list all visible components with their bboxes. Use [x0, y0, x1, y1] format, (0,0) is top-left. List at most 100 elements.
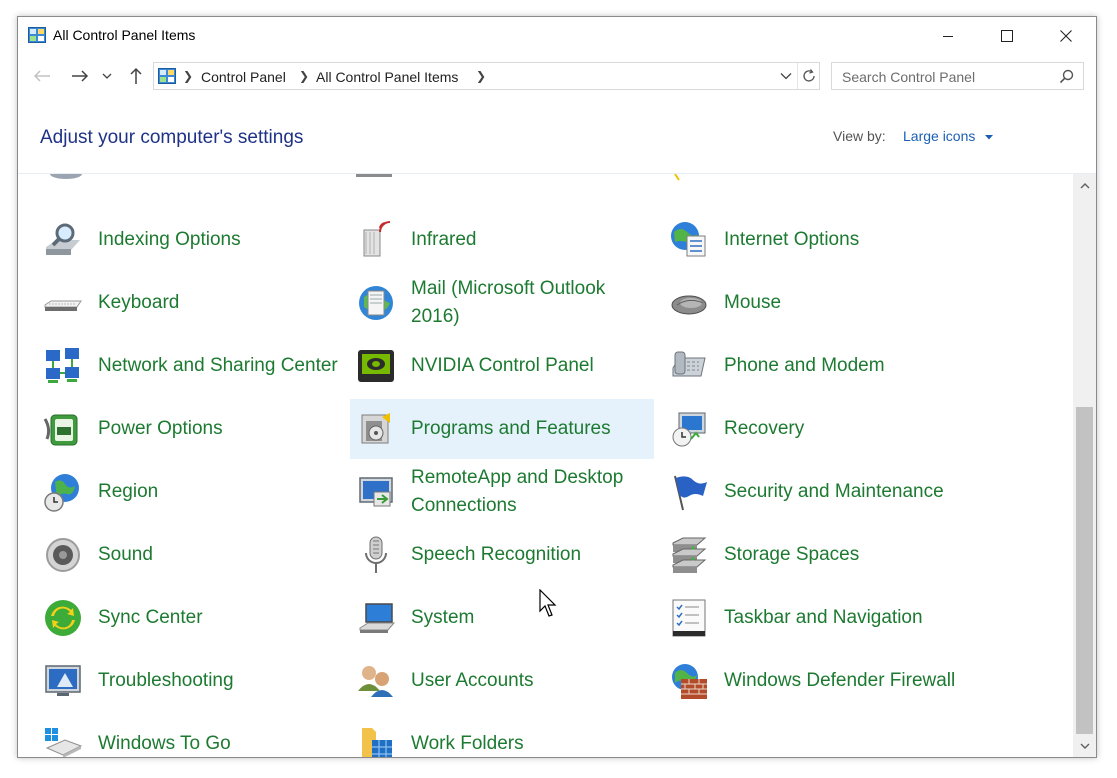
item-infrared[interactable]: Infrared — [350, 210, 654, 270]
item-label: Troubleshooting — [98, 670, 234, 691]
search-icon[interactable] — [1059, 69, 1074, 84]
item-storage-spaces[interactable]: Storage Spaces — [663, 525, 967, 585]
item-label: Infrared — [411, 229, 477, 250]
address-bar[interactable]: ❯ Control Panel ❯ All Control Panel Item… — [153, 62, 820, 90]
item-work-folders[interactable]: Work Folders — [350, 714, 654, 757]
programs-features-icon — [361, 413, 390, 444]
item-label: Network and Sharing Center — [98, 355, 338, 376]
remoteapp-icon — [359, 477, 393, 507]
view-by-label: View by: — [833, 128, 886, 144]
scroll-thumb[interactable] — [1076, 407, 1093, 734]
item-label: Indexing Options — [98, 229, 241, 250]
item-nvidia-control-panel[interactable]: NVIDIA Control Panel — [350, 336, 654, 396]
item-sound[interactable]: Sound — [37, 525, 341, 585]
minimize-icon — [943, 36, 953, 37]
item-programs-and-features[interactable]: Programs and Features — [350, 399, 654, 459]
troubleshooting-icon — [45, 665, 81, 696]
refresh-button[interactable] — [797, 63, 820, 89]
item-label: Region — [98, 481, 159, 502]
item-system[interactable]: System — [350, 588, 654, 648]
item-label: Storage Spaces — [724, 544, 860, 565]
power-options-icon — [43, 414, 78, 446]
user-accounts-icon — [358, 666, 393, 697]
item-remoteapp[interactable]: RemoteApp and Desktop Connections — [350, 462, 654, 522]
item-label: Recovery — [724, 418, 805, 439]
nvidia-icon — [358, 350, 394, 382]
item-sync-center[interactable]: Sync Center — [37, 588, 341, 648]
search-input[interactable] — [840, 67, 1054, 87]
search-box[interactable] — [831, 62, 1084, 90]
item-mail[interactable]: Mail (Microsoft Outlook 2016) — [350, 273, 654, 333]
control-panel-icon — [158, 68, 176, 84]
view-by-dropdown[interactable]: Large icons — [903, 128, 975, 144]
dropdown-caret-icon[interactable] — [985, 135, 993, 140]
item-mouse[interactable]: Mouse — [663, 273, 967, 333]
breadcrumb-control-panel[interactable]: Control Panel — [201, 69, 286, 85]
item-label: Mouse — [724, 292, 782, 313]
vertical-scrollbar[interactable] — [1073, 174, 1096, 757]
firewall-icon — [672, 664, 707, 699]
item-internet-options[interactable]: Internet Options — [663, 210, 967, 270]
system-icon — [359, 603, 396, 633]
item-security-and-maintenance[interactable]: Security and Maintenance — [663, 462, 967, 522]
back-button[interactable] — [29, 64, 55, 88]
item-troubleshooting[interactable]: Troubleshooting — [37, 651, 341, 711]
internet-options-icon — [671, 222, 706, 257]
scroll-up-button[interactable] — [1073, 174, 1096, 196]
item-label: Taskbar and Navigation — [724, 607, 923, 628]
sound-icon — [46, 538, 80, 572]
partial-item-icon — [356, 174, 392, 177]
item-region[interactable]: Region — [37, 462, 341, 522]
item-label: Internet Options — [724, 229, 860, 250]
forward-arrow-icon — [72, 70, 89, 82]
recovery-icon — [672, 412, 706, 447]
item-phone-and-modem[interactable]: Phone and Modem — [663, 336, 967, 396]
sync-center-icon — [45, 600, 81, 636]
title-bar: All Control Panel Items — [18, 17, 1096, 55]
item-label: Sound — [98, 544, 153, 565]
item-windows-defender-firewall[interactable]: Windows Defender Firewall — [663, 651, 967, 711]
up-button[interactable] — [123, 64, 149, 88]
item-network-sharing[interactable]: Network and Sharing Center — [37, 336, 341, 396]
item-keyboard[interactable]: Keyboard — [37, 273, 341, 333]
keyboard-icon — [44, 300, 82, 311]
close-icon — [1060, 30, 1072, 42]
item-speech-recognition[interactable]: Speech Recognition — [350, 525, 654, 585]
chevron-down-icon — [102, 73, 112, 79]
breadcrumb-separator-icon[interactable]: ❯ — [183, 69, 193, 83]
item-power-options[interactable]: Power Options — [37, 399, 341, 459]
minimize-button[interactable] — [919, 17, 977, 55]
breadcrumb-all-items[interactable]: All Control Panel Items — [316, 69, 458, 85]
items-grid: Indexing Options Keyboard Network and Sh… — [18, 174, 1073, 757]
item-label: Keyboard — [98, 292, 180, 313]
security-flag-icon — [674, 475, 707, 511]
item-indexing-options[interactable]: Indexing Options — [37, 210, 341, 270]
item-label: System — [411, 607, 475, 628]
work-folders-icon — [362, 728, 392, 757]
microphone-icon — [365, 536, 387, 573]
address-history-dropdown[interactable] — [776, 63, 796, 89]
close-button[interactable] — [1037, 17, 1095, 55]
item-label: Sync Center — [98, 607, 203, 628]
item-label: Speech Recognition — [411, 544, 582, 565]
chevron-up-icon — [1080, 182, 1089, 188]
recent-locations-button[interactable] — [98, 64, 116, 88]
mouse-cursor-icon — [539, 589, 557, 617]
item-windows-to-go[interactable]: Windows To Go — [37, 714, 341, 757]
maximize-button[interactable] — [978, 17, 1036, 55]
phone-modem-icon — [672, 351, 706, 377]
back-arrow-icon — [33, 70, 50, 82]
item-label: Security and Maintenance — [724, 481, 944, 502]
taskbar-icon — [672, 599, 706, 637]
breadcrumb-separator-icon[interactable]: ❯ — [299, 69, 309, 83]
item-taskbar-and-navigation[interactable]: Taskbar and Navigation — [663, 588, 967, 648]
chevron-down-icon — [1080, 743, 1089, 749]
item-label: User Accounts — [411, 670, 534, 691]
partial-item-icon — [50, 174, 82, 179]
forward-button[interactable] — [67, 64, 93, 88]
breadcrumb-separator-icon[interactable]: ❯ — [476, 69, 486, 83]
scroll-down-button[interactable] — [1073, 735, 1096, 757]
item-user-accounts[interactable]: User Accounts — [350, 651, 654, 711]
item-recovery[interactable]: Recovery — [663, 399, 967, 459]
partial-item-icon — [674, 174, 680, 181]
